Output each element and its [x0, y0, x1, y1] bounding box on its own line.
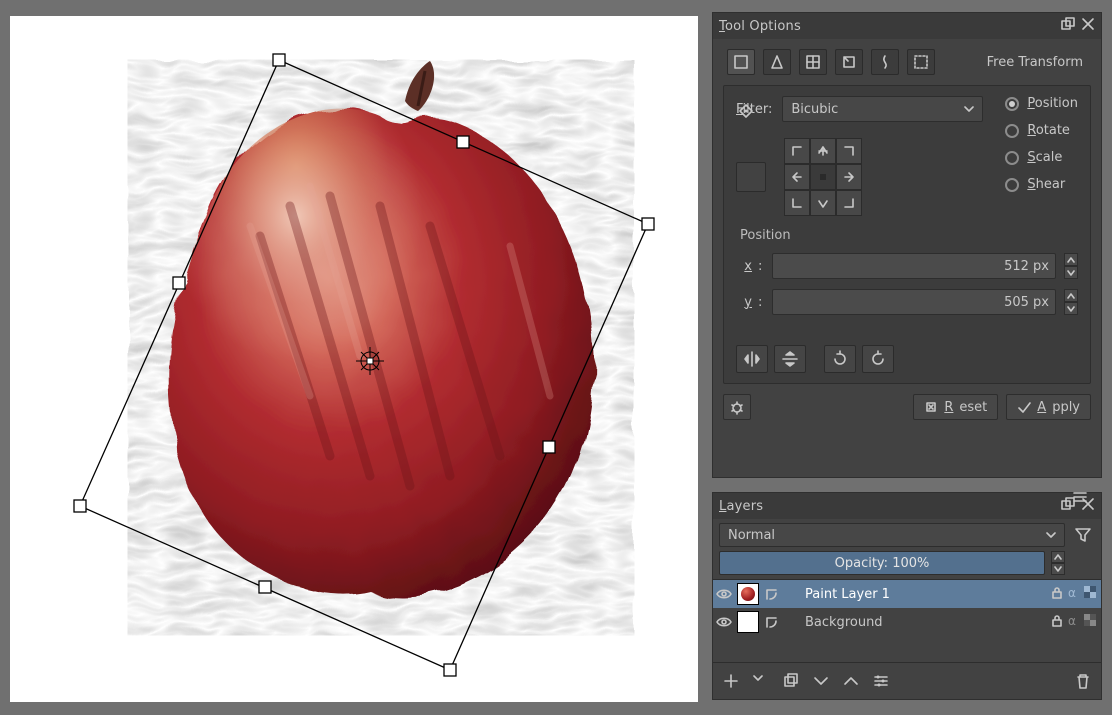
y-value: 505 px [1004, 295, 1049, 310]
svg-text:α: α [1068, 586, 1076, 599]
layers-docker: Layers Normal Opacity: 100% [712, 492, 1102, 700]
anchor-center-button[interactable] [736, 162, 766, 192]
add-layer-button[interactable] [721, 671, 741, 691]
transform-mode-perspective[interactable] [763, 49, 791, 75]
rotate-cw-button[interactable] [862, 345, 894, 373]
close-docker-icon[interactable] [1081, 17, 1095, 35]
transform-mode-cage[interactable] [835, 49, 863, 75]
transform-anchor-grid[interactable] [784, 138, 862, 216]
position-heading: Position [740, 228, 1078, 243]
tool-options-title: TTool Optionsool Options [719, 19, 1061, 34]
y-input[interactable]: 505 px [772, 289, 1056, 315]
reset-button[interactable]: Reset [913, 394, 998, 420]
layer-row[interactable]: Background α [713, 608, 1101, 636]
layer-properties-button[interactable] [871, 671, 891, 691]
layer-name[interactable]: Background [781, 615, 1049, 630]
layer-thumbnail [737, 611, 759, 633]
y-label: y [736, 295, 752, 310]
delete-layer-button[interactable] [1073, 671, 1093, 691]
bug-report-button[interactable] [723, 394, 751, 420]
layer-name[interactable]: Paint Layer 1 [781, 587, 1049, 602]
lock-icon[interactable] [1049, 613, 1063, 631]
radio-position[interactable]: Position [1005, 96, 1078, 111]
canvas[interactable] [10, 16, 698, 702]
y-spinner[interactable] [1064, 289, 1078, 315]
filter-select[interactable]: Bicubic [782, 96, 983, 122]
radio-rotate[interactable]: Rotate [1005, 123, 1078, 138]
svg-text:α: α [1068, 614, 1076, 627]
blend-mode-value: Normal [728, 528, 775, 543]
add-layer-menu-icon[interactable] [751, 671, 771, 691]
filter-value: Bicubic [791, 102, 838, 117]
move-layer-up-button[interactable] [841, 671, 861, 691]
move-layer-down-button[interactable] [811, 671, 831, 691]
layers-title: Layers [719, 499, 1061, 514]
visibility-toggle[interactable] [713, 616, 735, 628]
transform-mode-label: Free Transform [987, 55, 1087, 70]
x-label: x [736, 259, 752, 274]
alpha-inherit-icon[interactable] [761, 587, 781, 601]
alpha-icon[interactable]: α [1066, 585, 1080, 603]
blend-mode-select[interactable]: Normal [719, 523, 1065, 547]
radio-shear[interactable]: Shear [1005, 177, 1078, 192]
checker-icon[interactable] [1083, 585, 1097, 603]
transform-mode-mesh[interactable] [907, 49, 935, 75]
apply-button[interactable]: Apply [1006, 394, 1091, 420]
checker-icon[interactable] [1083, 613, 1097, 631]
transform-mode-liquify[interactable] [871, 49, 899, 75]
duplicate-layer-button[interactable] [781, 671, 801, 691]
lock-icon[interactable] [1049, 585, 1063, 603]
rotate-ccw-button[interactable] [824, 345, 856, 373]
opacity-slider[interactable]: Opacity: 100% [719, 551, 1045, 575]
opacity-value: Opacity: 100% [835, 556, 930, 571]
x-spinner[interactable] [1064, 253, 1078, 279]
transform-mode-free[interactable] [727, 49, 755, 75]
x-input[interactable]: 512 px [772, 253, 1056, 279]
radio-scale[interactable]: Scale [1005, 150, 1078, 165]
opacity-spinner[interactable] [1051, 551, 1065, 575]
layer-row[interactable]: Paint Layer 1 α [713, 580, 1101, 608]
alpha-icon[interactable]: α [1066, 613, 1080, 631]
layer-options-menu-button[interactable] [1071, 551, 1095, 575]
layer-list: Paint Layer 1 α Background α [713, 579, 1101, 663]
float-docker-icon[interactable] [1061, 17, 1075, 35]
x-value: 512 px [1004, 259, 1049, 274]
visibility-toggle[interactable] [713, 588, 735, 600]
layer-thumbnail [737, 583, 759, 605]
alpha-inherit-icon[interactable] [761, 615, 781, 629]
flip-horizontal-button[interactable] [736, 345, 768, 373]
transform-mode-warp[interactable] [799, 49, 827, 75]
flip-vertical-button[interactable] [774, 345, 806, 373]
tool-options-docker: TTool Optionsool Options Free Transform [712, 12, 1102, 478]
